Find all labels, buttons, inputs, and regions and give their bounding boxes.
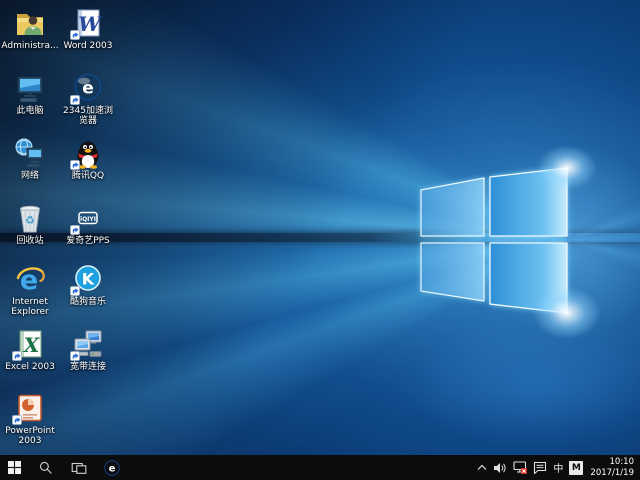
desktop-icon-label: 酷狗音乐 xyxy=(59,297,117,307)
desktop-icon-powerpoint-2003[interactable]: PowerPoint 2003 xyxy=(1,392,59,446)
desktop-icon-tencent-qq[interactable]: 腾讯QQ xyxy=(59,137,117,181)
desktop-icon-label: Excel 2003 xyxy=(1,362,59,372)
network-globe-icon xyxy=(14,137,46,169)
desktop-icon-this-pc[interactable]: 此电脑 xyxy=(1,72,59,116)
desktop-icon-label: 爱奇艺PPS xyxy=(59,236,117,246)
user-folder-icon xyxy=(14,7,46,39)
desktop-icon-grid: Administra... W Word 2003 此电脑 e 2345加速浏览… xyxy=(0,0,640,455)
desktop-icon-broadband[interactable]: 宽带连接 xyxy=(59,328,117,372)
desktop-icon-label: 回收站 xyxy=(1,236,59,246)
system-tray: 中M xyxy=(474,455,586,480)
svg-text:♻: ♻ xyxy=(25,214,35,227)
powerpoint-icon xyxy=(14,392,46,424)
ime-lang-icon[interactable]: M xyxy=(569,461,583,475)
desktop-icon-administrator[interactable]: Administra... xyxy=(1,7,59,51)
windows-logo-icon xyxy=(8,461,21,474)
speaker-glyph xyxy=(493,462,507,474)
desktop-icon-label: Internet Explorer xyxy=(1,297,59,317)
task-view-icon xyxy=(71,461,87,475)
clock-date: 2017/1/19 xyxy=(590,468,634,479)
kugou-icon: K xyxy=(72,263,104,295)
qq-penguin-icon xyxy=(72,137,104,169)
iqiyi-icon: iQIYI xyxy=(72,202,104,234)
action-center-icon[interactable] xyxy=(530,455,550,480)
desktop-icon-recycle-bin[interactable]: ♻ 回收站 xyxy=(1,202,59,246)
task-view-button[interactable] xyxy=(62,455,95,480)
network-disconnected-glyph xyxy=(513,461,527,474)
chevron-up-glyph xyxy=(477,464,487,471)
desktop-icon-label: 腾讯QQ xyxy=(59,171,117,181)
message-bubble-glyph xyxy=(533,461,547,474)
shortcut-arrow-icon xyxy=(70,30,80,40)
desktop-icon-word-2003[interactable]: W Word 2003 xyxy=(59,7,117,51)
svg-text:W: W xyxy=(78,12,103,36)
taskbar: e 中M 10:10 2017/1/19 xyxy=(0,455,640,480)
shortcut-arrow-icon xyxy=(12,351,22,361)
desktop-icon-label: 2345加速浏览器 xyxy=(59,106,117,126)
desktop[interactable]: Administra... W Word 2003 此电脑 e 2345加速浏览… xyxy=(0,0,640,480)
svg-text:e: e xyxy=(108,463,115,474)
desktop-icon-label: Administra... xyxy=(1,41,59,51)
taskbar-buttons: e xyxy=(0,455,128,480)
network-status-icon[interactable] xyxy=(510,455,530,480)
svg-text:X: X xyxy=(22,333,41,357)
search-button[interactable] xyxy=(29,455,62,480)
shortcut-arrow-icon xyxy=(70,225,80,235)
volume-icon[interactable] xyxy=(490,455,510,480)
shortcut-arrow-icon xyxy=(12,415,22,425)
desktop-icon-network[interactable]: 网络 xyxy=(1,137,59,181)
desktop-icon-label: 宽带连接 xyxy=(59,362,117,372)
ime-mode-icon[interactable]: 中 xyxy=(550,455,566,480)
desktop-icon-label: 网络 xyxy=(1,171,59,181)
ie-icon: e xyxy=(14,263,46,295)
shortcut-arrow-icon xyxy=(70,286,80,296)
shortcut-arrow-icon xyxy=(70,351,80,361)
clock-time: 10:10 xyxy=(590,457,634,468)
desktop-icon-kugou-music[interactable]: K 酷狗音乐 xyxy=(59,263,117,307)
desktop-icon-browser-2345[interactable]: e 2345加速浏览器 xyxy=(59,72,117,126)
browser-e-icon: e xyxy=(72,72,104,104)
desktop-icon-excel-2003[interactable]: X Excel 2003 xyxy=(1,328,59,372)
desktop-icon-label: PowerPoint 2003 xyxy=(1,426,59,446)
hidden-icons-icon[interactable] xyxy=(474,455,490,480)
desktop-icon-iqiyi-pps[interactable]: iQIYI 爱奇艺PPS xyxy=(59,202,117,246)
start-button[interactable] xyxy=(0,455,29,480)
magnifier-icon xyxy=(39,461,52,474)
pinned-browser-button[interactable]: e xyxy=(95,455,128,480)
desktop-icon-label: 此电脑 xyxy=(1,106,59,116)
desktop-icon-label: Word 2003 xyxy=(59,41,117,51)
excel-icon: X xyxy=(14,328,46,360)
blue-e-circle-icon: e xyxy=(104,460,120,476)
shortcut-arrow-icon xyxy=(70,160,80,170)
broadband-icon xyxy=(72,328,104,360)
taskbar-clock[interactable]: 10:10 2017/1/19 xyxy=(586,457,640,479)
svg-text:e: e xyxy=(82,79,94,99)
svg-text:K: K xyxy=(82,270,95,289)
recycle-bin-icon: ♻ xyxy=(14,202,46,234)
shortcut-arrow-icon xyxy=(70,95,80,105)
computer-icon xyxy=(14,72,46,104)
word-icon: W xyxy=(72,7,104,39)
svg-text:iQIYI: iQIYI xyxy=(80,216,96,223)
desktop-icon-internet-explorer[interactable]: e Internet Explorer xyxy=(1,263,59,317)
